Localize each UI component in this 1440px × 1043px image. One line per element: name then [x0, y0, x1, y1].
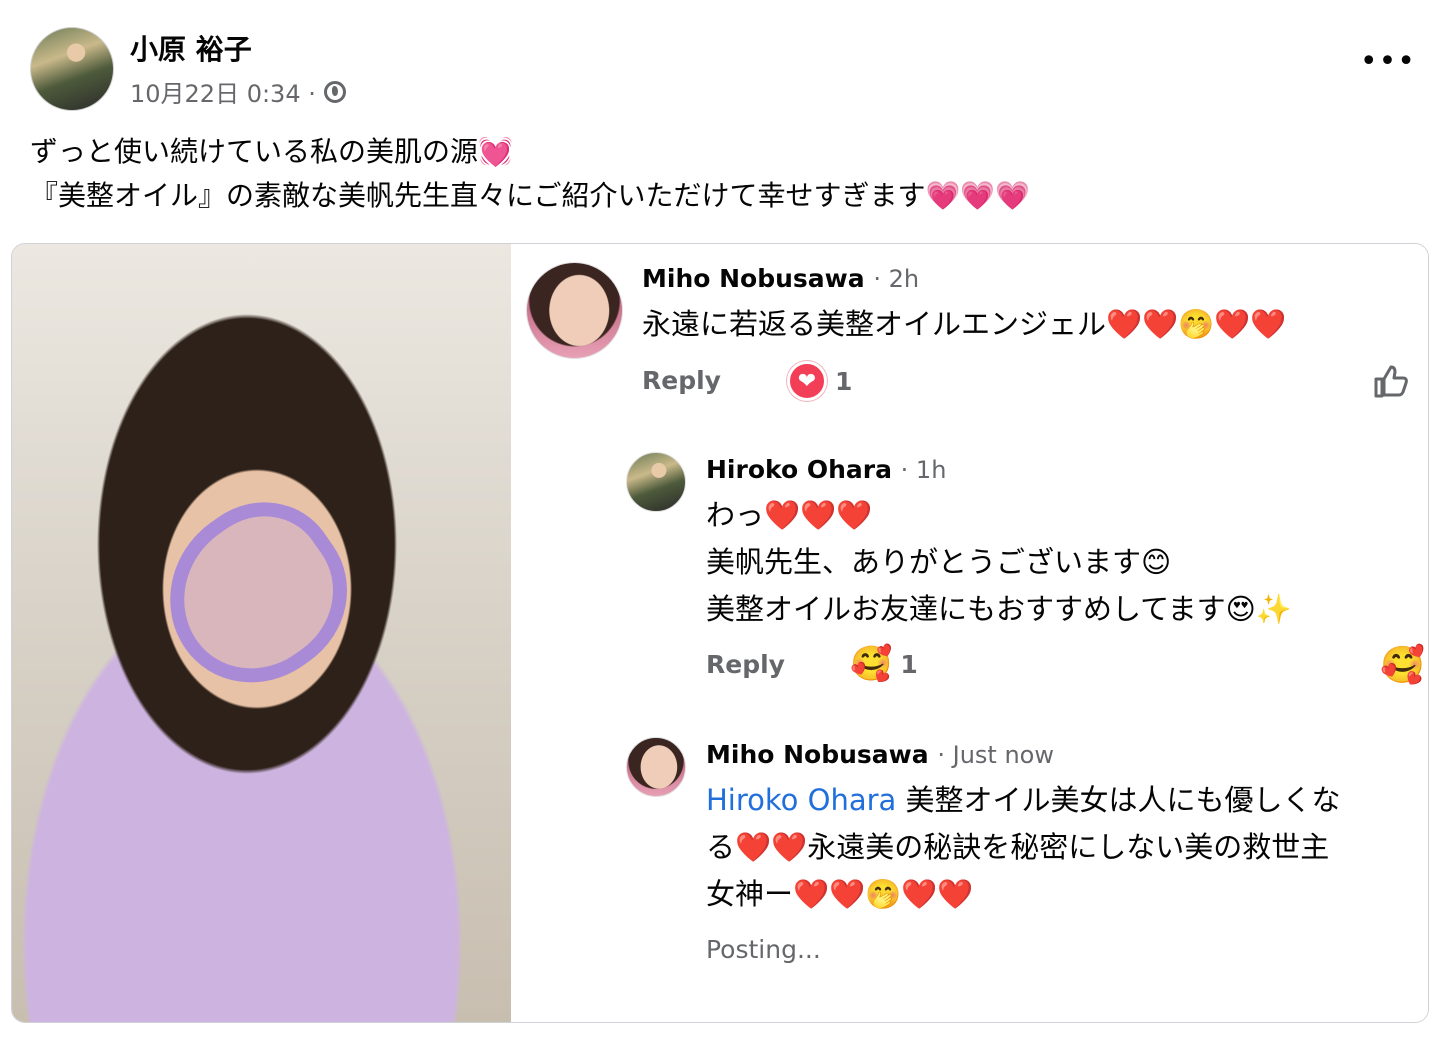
comment-author[interactable]: Hiroko Ohara · 1h [706, 455, 946, 484]
reply-button[interactable]: Reply [706, 650, 785, 679]
thumbs-up-icon[interactable] [1370, 361, 1410, 401]
comment-time: · 1h [900, 456, 947, 484]
lavender-mask-shape [134, 472, 380, 716]
comment-body: 永遠に若返る美整オイルエンジェル❤️❤️🤭❤️❤️ [642, 307, 1287, 341]
love-reaction-icon: ❤ [787, 361, 827, 401]
globe-icon [323, 80, 346, 103]
comment-avatar[interactable] [526, 262, 623, 359]
post-text-line-1: ずっと使い続けている私の美肌の源💓 [30, 135, 513, 168]
comment-screenshot: Miho Nobusawa · 2h 永遠に若返る美整オイルエンジェル❤️❤️🤭… [512, 244, 1428, 1022]
care-reaction-icon: 🥰 [850, 644, 893, 684]
posting-status: Posting... [706, 935, 821, 964]
reaction-summary[interactable]: ❤ 1 [787, 361, 852, 401]
post-text-line-2: 『美整オイル』の素敵な美帆先生直々にご紹介いただけて幸せすぎます💗💗💗 [30, 179, 1031, 212]
reply-button[interactable]: Reply [642, 366, 721, 395]
comment-time: · 2h [873, 265, 920, 293]
reaction-count: 1 [900, 649, 918, 679]
comment-body: Hiroko Ohara 美整オイル美女は人にも優しくな る❤️❤️永遠美の秘訣… [706, 777, 1421, 918]
post-text: ずっと使い続けている私の美肌の源💓 『美整オイル』の素敵な美帆先生直々にご紹介い… [30, 130, 1030, 218]
author-name[interactable]: 小原 裕子 [130, 28, 252, 68]
comment-author-name[interactable]: Miho Nobusawa [642, 264, 865, 293]
post-photo[interactable] [12, 244, 511, 1022]
post-media[interactable]: Miho Nobusawa · 2h 永遠に若返る美整オイルエンジェル❤️❤️🤭… [11, 243, 1429, 1023]
comment-body: わっ❤️❤️❤️ 美帆先生、ありがとうございます😊 美整オイルお友達にもおすすめ… [706, 498, 1293, 626]
comment-avatar[interactable] [626, 737, 686, 797]
mention-link[interactable]: Hiroko Ohara [706, 783, 896, 817]
care-react-icon[interactable]: 🥰 [1380, 644, 1425, 686]
comment-author-name[interactable]: Miho Nobusawa [706, 740, 929, 769]
post-date[interactable]: 10月22日 0:34 · [130, 74, 316, 109]
reaction-summary[interactable]: 🥰 1 [850, 644, 918, 684]
post-meta: 10月22日 0:34 · [130, 74, 346, 109]
comment-author-name[interactable]: Hiroko Ohara [706, 455, 892, 484]
more-options-icon[interactable]: ••• [1360, 47, 1416, 77]
comment-avatar[interactable] [626, 452, 686, 512]
author-avatar[interactable] [30, 27, 114, 111]
comment-time: · Just now [937, 741, 1054, 769]
comment-author[interactable]: Miho Nobusawa · Just now [706, 740, 1054, 769]
reaction-count: 1 [835, 366, 853, 396]
comment-author[interactable]: Miho Nobusawa · 2h [642, 264, 919, 293]
